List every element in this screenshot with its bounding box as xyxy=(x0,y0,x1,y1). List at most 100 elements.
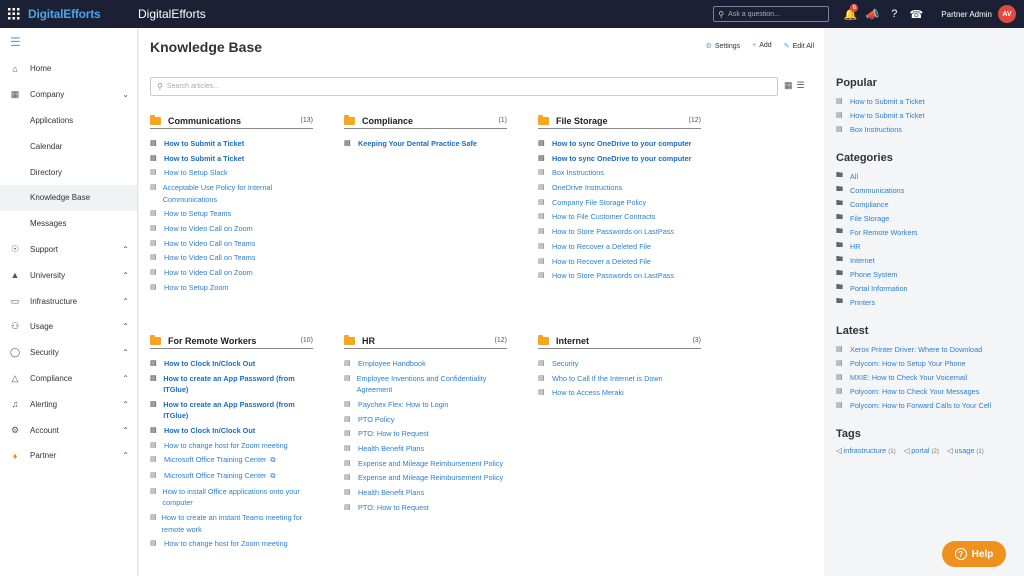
category-header[interactable]: For Remote Workers (10) xyxy=(150,333,313,349)
announcements-button[interactable]: 📣 xyxy=(861,0,883,28)
apps-grid-icon[interactable] xyxy=(0,0,28,28)
popular-item[interactable]: ▤ How to Submit a Ticket xyxy=(836,94,925,108)
user-name[interactable]: Partner Admin xyxy=(941,10,992,19)
article-link[interactable]: ▤ How to install Office applications ont… xyxy=(150,486,313,509)
sidebar-item-directory[interactable]: Directory xyxy=(0,159,137,185)
chevron-up-icon[interactable]: ⌃ xyxy=(122,451,129,460)
sidebar-item-support[interactable]: ☉ Support ⌃ xyxy=(0,237,137,263)
grid-view-icon[interactable]: ▦ xyxy=(784,80,797,90)
menu-toggle-icon[interactable]: ☰ xyxy=(0,28,137,56)
article-link[interactable]: ▤ PTO: How to Request xyxy=(344,428,507,440)
categories-item[interactable]: 🖿 Phone System xyxy=(836,267,918,281)
settings-button[interactable]: ⚙ Settings xyxy=(706,42,741,50)
article-link[interactable]: ▤ Security xyxy=(538,358,701,370)
article-link[interactable]: ▤ How to Submit a Ticket xyxy=(150,138,313,150)
article-link[interactable]: ▤ OneDrive Instructions xyxy=(538,182,701,194)
sidebar-item-compliance[interactable]: △ Compliance ⌃ xyxy=(0,366,137,392)
article-link[interactable]: ▤ How to Setup Zoom xyxy=(150,282,313,294)
article-link[interactable]: ▤ How to Clock In/Clock Out xyxy=(150,358,313,370)
logo[interactable]: DigitalEfforts xyxy=(28,7,138,21)
article-link[interactable]: ▤ Employee Handbook xyxy=(344,358,507,370)
article-link[interactable]: ▤ How to Recover a Deleted File xyxy=(538,241,701,253)
chevron-down-icon[interactable]: ⌄ xyxy=(122,90,129,99)
tag-link[interactable]: ◁ portal (2) xyxy=(904,446,939,455)
article-link[interactable]: ▤ Microsoft Office Training Center ⧉ xyxy=(150,470,313,483)
article-link[interactable]: ▤ How to create an App Password (from IT… xyxy=(150,373,313,396)
article-link[interactable]: ▤ Expense and Mileage Reimbursement Poli… xyxy=(344,472,507,484)
categories-item[interactable]: 🖿 Communications xyxy=(836,183,918,197)
chevron-up-icon[interactable]: ⌃ xyxy=(122,271,129,280)
chevron-up-icon[interactable]: ⌃ xyxy=(122,426,129,435)
article-link[interactable]: ▤ How to sync OneDrive to your computer xyxy=(538,138,701,150)
categories-item[interactable]: 🖿 For Remote Workers xyxy=(836,225,918,239)
article-link[interactable]: ▤ How to change host for Zoom meeting xyxy=(150,440,313,452)
article-link[interactable]: ▤ How to change host for Zoom meeting xyxy=(150,538,313,550)
article-link[interactable]: ▤ How to Setup Slack xyxy=(150,167,313,179)
category-header[interactable]: File Storage (12) xyxy=(538,113,701,129)
latest-item[interactable]: ▤ Polycom: How to Setup Your Phone xyxy=(836,356,991,370)
chevron-up-icon[interactable]: ⌃ xyxy=(122,348,129,357)
category-header[interactable]: Internet (3) xyxy=(538,333,701,349)
article-link[interactable]: ▤ How to create an App Password (from IT… xyxy=(150,399,313,422)
article-link[interactable]: ▤ PTO Policy xyxy=(344,414,507,426)
tag-link[interactable]: ◁ usage (1) xyxy=(947,446,984,455)
list-view-icon[interactable]: ☰ xyxy=(797,80,809,90)
chevron-up-icon[interactable]: ⌃ xyxy=(122,297,129,306)
article-search-input[interactable]: ⚲ Search articles... xyxy=(150,77,778,96)
article-link[interactable]: ▤ How to Recover a Deleted File xyxy=(538,256,701,268)
article-link[interactable]: ▤ How to Clock In/Clock Out xyxy=(150,425,313,437)
article-link[interactable]: ▤ How to Video Call on Zoom xyxy=(150,223,313,235)
category-header[interactable]: Communications (13) xyxy=(150,113,313,129)
sidebar-item-applications[interactable]: Applications xyxy=(0,108,137,134)
article-link[interactable]: ▤ Expense and Mileage Reimbursement Poli… xyxy=(344,458,507,470)
article-link[interactable]: ▤ Acceptable Use Policy for Internal Com… xyxy=(150,182,313,205)
category-header[interactable]: Compliance (1) xyxy=(344,113,507,129)
global-search-input[interactable]: ⚲ Ask a question... xyxy=(713,6,830,22)
sidebar-item-company[interactable]: ▦ Company ⌄ xyxy=(0,82,137,108)
chevron-up-icon[interactable]: ⌃ xyxy=(122,374,129,383)
sidebar-item-alerting[interactable]: ♫ Alerting ⌃ xyxy=(0,391,137,417)
sidebar-item-messages[interactable]: Messages xyxy=(0,211,137,237)
article-link[interactable]: ▤ How to sync OneDrive to your computer xyxy=(538,153,701,165)
latest-item[interactable]: ▤ Polycom: How to Forward Calls to Your C… xyxy=(836,398,991,412)
article-link[interactable]: ▤ Keeping Your Dental Practice Safe xyxy=(344,138,507,150)
article-link[interactable]: ▤ How to Submit a Ticket xyxy=(150,153,313,165)
article-link[interactable]: ▤ How to Store Passwords on LastPass xyxy=(538,270,701,282)
article-link[interactable]: ▤ PTO: How to Request xyxy=(344,502,507,514)
avatar[interactable]: AV xyxy=(998,5,1016,23)
article-link[interactable]: ▤ How to Access Meraki xyxy=(538,387,701,399)
article-link[interactable]: ▤ How to Video Call on Teams xyxy=(150,238,313,250)
article-link[interactable]: ▤ How to create an instant Teams meeting… xyxy=(150,512,313,535)
article-link[interactable]: ▤ Box Instructions xyxy=(538,167,701,179)
categories-item[interactable]: 🖿 Printers xyxy=(836,295,918,309)
article-link[interactable]: ▤ How to Video Call on Teams xyxy=(150,252,313,264)
help-question-button[interactable]: ? xyxy=(883,0,905,28)
support-button[interactable]: ☎ xyxy=(905,0,927,28)
categories-item[interactable]: 🖿 Compliance xyxy=(836,197,918,211)
help-button[interactable]: ? Help xyxy=(942,541,1006,567)
article-link[interactable]: ▤ Microsoft Office Training Center ⧉ xyxy=(150,454,313,467)
article-link[interactable]: ▤ How to Store Passwords on LastPass xyxy=(538,226,701,238)
sidebar-item-knowledge-base[interactable]: Knowledge Base xyxy=(0,184,137,211)
category-header[interactable]: HR (12) xyxy=(344,333,507,349)
chevron-up-icon[interactable]: ⌃ xyxy=(122,400,129,409)
article-link[interactable]: ▤ Company File Storage Policy xyxy=(538,197,701,209)
categories-item[interactable]: 🖿 File Storage xyxy=(836,211,918,225)
article-link[interactable]: ▤ Who to Call If the Internet is Down xyxy=(538,373,701,385)
chevron-up-icon[interactable]: ⌃ xyxy=(122,322,129,331)
categories-item[interactable]: 🖿 All xyxy=(836,169,918,183)
tag-link[interactable]: ◁ infrastructure (1) xyxy=(836,446,896,455)
sidebar-item-university[interactable]: ▲ University ⌃ xyxy=(0,262,137,288)
article-link[interactable]: ▤ Employee Inventions and Confidentialit… xyxy=(344,373,507,396)
categories-item[interactable]: 🖿 HR xyxy=(836,239,918,253)
sidebar-item-home[interactable]: ⌂ Home xyxy=(0,56,137,82)
popular-item[interactable]: ▤ How to Submit a Ticket xyxy=(836,108,925,122)
latest-item[interactable]: ▤ Polycom: How to Check Your Messages xyxy=(836,384,991,398)
sidebar-item-infrastructure[interactable]: ▭ Infrastructure ⌃ xyxy=(0,288,137,314)
sidebar-item-partner[interactable]: ♦ Partner ⌃ xyxy=(0,443,137,469)
sidebar-item-account[interactable]: ⚙ Account ⌃ xyxy=(0,417,137,443)
article-link[interactable]: ▤ How to Setup Teams xyxy=(150,208,313,220)
article-link[interactable]: ▤ Health Benefit Plans xyxy=(344,443,507,455)
article-link[interactable]: ▤ How to File Customer Contracts xyxy=(538,211,701,223)
add-button[interactable]: + Add xyxy=(752,42,772,50)
